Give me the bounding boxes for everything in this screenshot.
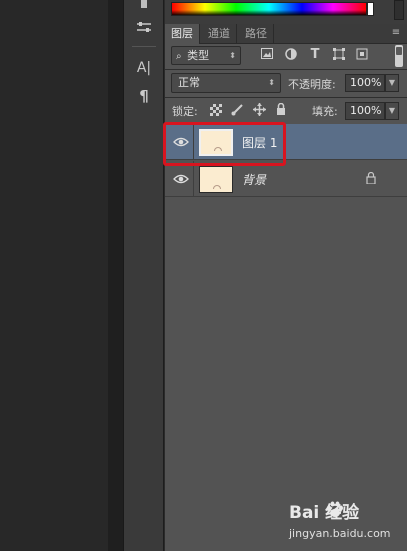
layers-panel: 图层 通道 路径 ≡ ⌕ 类型 ⬍ T 正常 ⬍ 不透明度: 100% ▼ 锁定… (165, 0, 407, 551)
color-panel (165, 0, 407, 24)
adjustment-filter-icon[interactable] (284, 48, 298, 62)
panel-menu-icon[interactable]: ≡ (389, 26, 403, 40)
tab-channels[interactable]: 通道 (202, 24, 237, 44)
opacity-dropdown-icon[interactable]: ▼ (385, 74, 399, 92)
toolstrip-divider (132, 46, 156, 47)
white-swatch[interactable] (367, 2, 374, 16)
filter-kind-label: 类型 (187, 49, 210, 62)
layer-row-background[interactable]: 背景 (165, 161, 407, 197)
lock-row: 锁定: 填充: 100% ▼ (165, 99, 407, 123)
eye-icon (173, 174, 189, 184)
blend-row: 正常 ⬍ 不透明度: 100% ▼ (165, 71, 407, 97)
color-spectrum[interactable] (171, 2, 367, 16)
type-tool-icon[interactable]: A| (132, 57, 156, 79)
select-arrows-icon: ⬍ (268, 78, 275, 87)
fill-label: 填充: (312, 105, 338, 118)
filter-toggle[interactable] (395, 45, 403, 67)
paw-logo-icon (327, 501, 343, 517)
lock-all-icon[interactable] (274, 102, 288, 117)
shape-filter-icon[interactable] (332, 48, 346, 62)
adjustments-sliders-icon[interactable] (132, 16, 156, 38)
layer-filter-row: ⌕ 类型 ⬍ T (165, 45, 407, 69)
canvas-scrollbar[interactable] (108, 0, 124, 551)
fill-field[interactable]: 100% (345, 102, 385, 120)
divider (165, 69, 407, 70)
type-filter-icon[interactable]: T (308, 48, 322, 62)
tool-partial-icon[interactable] (132, 0, 156, 10)
document-canvas-area[interactable] (0, 0, 108, 551)
tool-partial-icon-shape (141, 0, 147, 8)
tab-paths[interactable]: 路径 (239, 24, 274, 44)
panel-toolstrip: A| ¶ (124, 0, 164, 551)
lock-image-pixels-icon[interactable] (230, 103, 244, 117)
lock-transparent-pixels-icon[interactable] (209, 103, 223, 117)
smart-object-filter-icon[interactable] (355, 48, 369, 62)
opacity-label: 不透明度: (288, 78, 336, 91)
select-arrows-icon: ⬍ (229, 51, 236, 60)
baidu-watermark: Bai 经验 jingyan.baidu.com (289, 498, 405, 548)
lock-label: 锁定: (172, 105, 198, 118)
image-filter-icon[interactable] (260, 48, 274, 62)
blend-mode-value: 正常 (178, 76, 200, 89)
divider (165, 97, 407, 98)
annotation-highlight (163, 122, 286, 166)
blend-mode-select[interactable]: 正常 ⬍ (171, 73, 281, 93)
tab-layers[interactable]: 图层 (165, 24, 200, 44)
watermark-url: jingyan.baidu.com (289, 527, 391, 540)
filter-kind-select[interactable]: ⌕ 类型 ⬍ (171, 46, 241, 65)
opacity-field[interactable]: 100% (345, 74, 385, 92)
paragraph-icon[interactable]: ¶ (132, 85, 156, 107)
layer-thumbnail (199, 166, 233, 193)
fill-dropdown-icon[interactable]: ▼ (385, 102, 399, 120)
layer-lock-icon (366, 172, 376, 184)
layer-name[interactable]: 背景 (242, 171, 266, 188)
search-icon: ⌕ (176, 51, 182, 62)
panel-scrollbar[interactable] (394, 0, 404, 20)
layers-list: 图层 1 背景 (165, 124, 407, 551)
lock-position-icon[interactable] (252, 103, 266, 117)
visibility-toggle[interactable] (165, 161, 194, 197)
panel-tabs: 图层 通道 路径 ≡ (165, 24, 407, 44)
